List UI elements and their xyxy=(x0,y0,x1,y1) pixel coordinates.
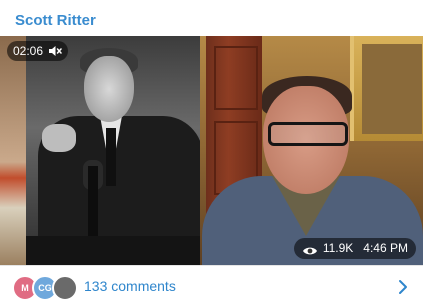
door-panel xyxy=(214,46,258,110)
duration-badge[interactable]: 02:06 xyxy=(7,41,69,61)
picture-frame-inner xyxy=(362,44,422,134)
photo-podium xyxy=(26,236,200,265)
black-and-white-photo xyxy=(26,36,200,265)
eye-icon xyxy=(302,243,318,255)
speaker-glasses xyxy=(268,122,348,146)
post-time: 4:46 PM xyxy=(363,241,408,255)
channel-name[interactable]: Scott Ritter xyxy=(15,12,96,29)
comments-bar[interactable]: M CG 133 comments xyxy=(0,265,423,306)
photo-face xyxy=(84,56,134,122)
photo-microphone-stand xyxy=(88,166,98,236)
commenter-avatar xyxy=(52,275,78,301)
channel-post: Scott Ritter 02:06 11.9K 4:46 PM M CG 13… xyxy=(0,0,423,306)
photo-pointing-hand xyxy=(42,124,76,152)
views-time-badge: 11.9K 4:46 PM xyxy=(293,238,416,259)
comments-count-link[interactable]: 133 comments xyxy=(84,278,176,294)
left-background-strip xyxy=(0,36,26,265)
views-count: 11.9K xyxy=(322,241,354,255)
muted-speaker-icon[interactable] xyxy=(48,44,62,58)
duration-text: 02:06 xyxy=(13,44,44,58)
chevron-right-icon[interactable] xyxy=(397,279,409,295)
photo-tie xyxy=(106,128,116,186)
video-preview[interactable]: 02:06 11.9K 4:46 PM xyxy=(0,36,423,265)
